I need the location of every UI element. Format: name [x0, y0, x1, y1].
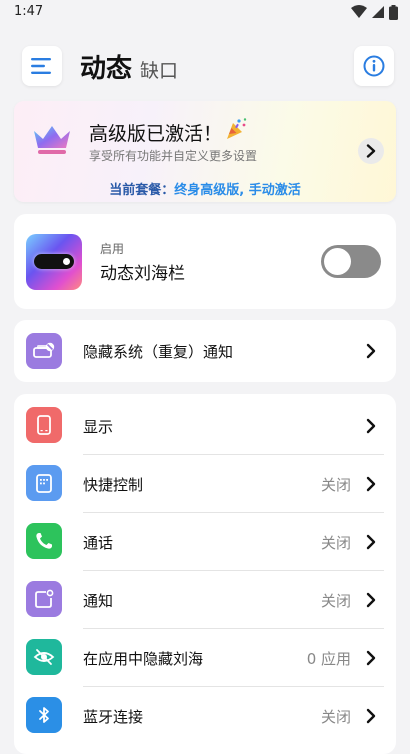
list-item-value: 关闭	[320, 708, 351, 726]
list-item-label: 显示	[83, 418, 114, 436]
battery-icon	[389, 4, 398, 20]
dynamic-notch-preview-icon	[26, 234, 82, 290]
chevron-right-icon	[366, 418, 376, 434]
premium-arrow-button[interactable]	[358, 138, 384, 164]
page-subtitle: 缺口	[140, 60, 179, 82]
premium-description: 享受所有功能并自定义更多设置	[89, 149, 258, 163]
top-bar: 动态 缺口	[0, 44, 410, 90]
chevron-right-icon	[366, 476, 376, 492]
status-time: 1:47	[14, 4, 44, 19]
dynamic-notch-toggle[interactable]	[321, 245, 381, 278]
eye-off-icon	[26, 639, 62, 675]
menu-button[interactable]	[22, 46, 62, 86]
bluetooth-icon	[26, 697, 62, 733]
phone-icon	[26, 523, 62, 559]
list-item-label: 快捷控制	[83, 476, 144, 494]
list-item-value: 关闭	[320, 476, 351, 494]
list-item-value: 关闭	[320, 534, 351, 552]
dynamic-notch-card: 启用 动态刘海栏	[14, 214, 396, 309]
crown-icon	[34, 126, 70, 154]
hide-system-notification-card[interactable]: 隐藏系统（重复）通知	[14, 320, 396, 382]
chevron-right-icon	[366, 343, 376, 359]
info-icon	[363, 55, 385, 77]
list-item-quick-control[interactable]: 快捷控制 关闭	[14, 454, 396, 512]
status-bar: 1:47	[0, 0, 410, 24]
list-item-value: 0 应用	[306, 650, 351, 668]
info-button[interactable]	[354, 46, 394, 86]
list-item-label: 蓝牙连接	[83, 708, 144, 726]
premium-title: 高级版已激活！	[89, 123, 223, 145]
settings-list: 显示 快捷控制 关闭 通话 关闭 通知 关闭 在应用中隐藏刘海 0 应用 蓝牙连…	[14, 394, 396, 754]
quick-control-icon	[26, 465, 62, 501]
notification-hide-icon	[26, 333, 62, 369]
menu-icon	[31, 58, 51, 74]
list-item-bluetooth[interactable]: 蓝牙连接 关闭	[14, 686, 396, 744]
status-icons	[351, 4, 398, 20]
list-item-notification[interactable]: 通知 关闭	[14, 570, 396, 628]
list-item-hide-notch-in-apps[interactable]: 在应用中隐藏刘海 0 应用	[14, 628, 396, 686]
list-item-label: 通话	[83, 534, 114, 552]
toggle-knob	[324, 248, 351, 275]
plan-label: 当前套餐：	[109, 183, 175, 198]
premium-banner[interactable]: 高级版已激活！ 享受所有功能并自定义更多设置 当前套餐：终身高级版, 手动激活	[14, 101, 396, 202]
list-item-value: 关闭	[320, 592, 351, 610]
party-popper-icon	[227, 118, 247, 139]
dynamic-notch-name: 动态刘海栏	[100, 264, 185, 284]
current-plan: 当前套餐：终身高级版, 手动激活	[14, 179, 396, 198]
list-item-label: 通知	[83, 592, 114, 610]
display-icon	[26, 407, 62, 443]
notification-icon	[26, 581, 62, 617]
chevron-right-icon	[366, 708, 376, 724]
list-item-label: 在应用中隐藏刘海	[83, 650, 204, 668]
list-item-display[interactable]: 显示	[14, 394, 396, 452]
page-title: 动态	[80, 54, 133, 84]
wifi-icon	[351, 5, 367, 18]
chevron-right-icon	[366, 144, 376, 158]
signal-icon	[372, 6, 384, 18]
chevron-right-icon	[366, 534, 376, 550]
chevron-right-icon	[366, 592, 376, 608]
list-item-call[interactable]: 通话 关闭	[14, 512, 396, 570]
plan-value: 终身高级版, 手动激活	[174, 183, 301, 198]
dynamic-notch-status-label: 启用	[100, 242, 125, 256]
hide-notification-label: 隐藏系统（重复）通知	[83, 343, 234, 361]
chevron-right-icon	[366, 650, 376, 666]
